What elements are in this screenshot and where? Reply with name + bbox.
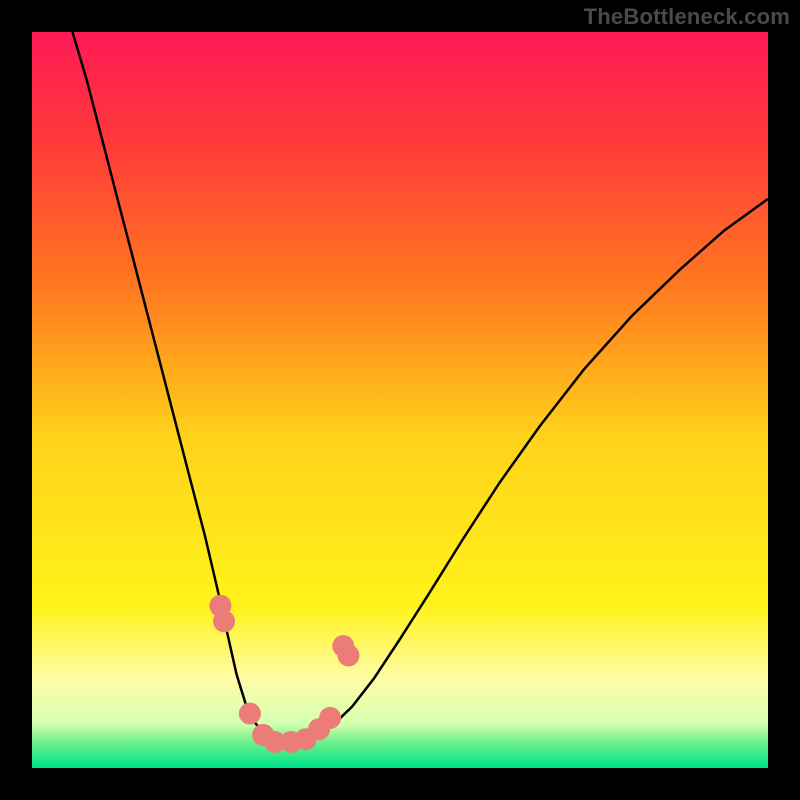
bottom-green-line bbox=[32, 764, 768, 768]
plot-gradient-background bbox=[32, 32, 768, 768]
data-marker bbox=[239, 703, 261, 725]
data-marker bbox=[213, 610, 235, 632]
attribution-text: TheBottleneck.com bbox=[584, 4, 790, 30]
chart-frame: TheBottleneck.com bbox=[0, 0, 800, 800]
data-marker bbox=[319, 707, 341, 729]
data-marker bbox=[338, 644, 360, 666]
bottleneck-chart bbox=[0, 0, 800, 800]
